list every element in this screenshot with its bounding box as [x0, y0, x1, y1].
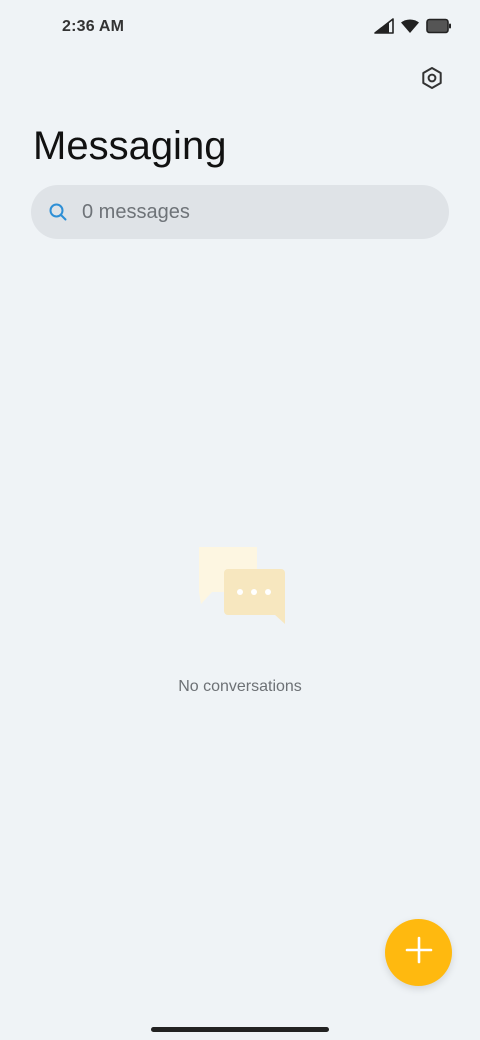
gear-icon — [420, 66, 444, 95]
search-icon — [47, 201, 69, 223]
plus-icon — [404, 935, 434, 970]
wifi-icon — [400, 18, 420, 39]
battery-icon — [426, 18, 452, 39]
search-bar[interactable]: 0 messages — [31, 185, 449, 239]
status-icons — [374, 17, 452, 39]
page-title: Messaging — [33, 124, 227, 168]
empty-state: No conversations — [0, 540, 480, 696]
home-indicator[interactable] — [151, 1027, 329, 1032]
search-input[interactable]: 0 messages — [82, 201, 190, 224]
chat-bubbles-icon — [0, 540, 480, 626]
status-time: 2:36 AM — [62, 18, 125, 35]
new-conversation-button[interactable] — [385, 919, 452, 986]
cellular-signal-icon — [374, 17, 394, 39]
settings-button[interactable] — [418, 66, 446, 94]
status-bar: 2:36 AM — [0, 0, 480, 56]
empty-state-message: No conversations — [178, 678, 302, 695]
